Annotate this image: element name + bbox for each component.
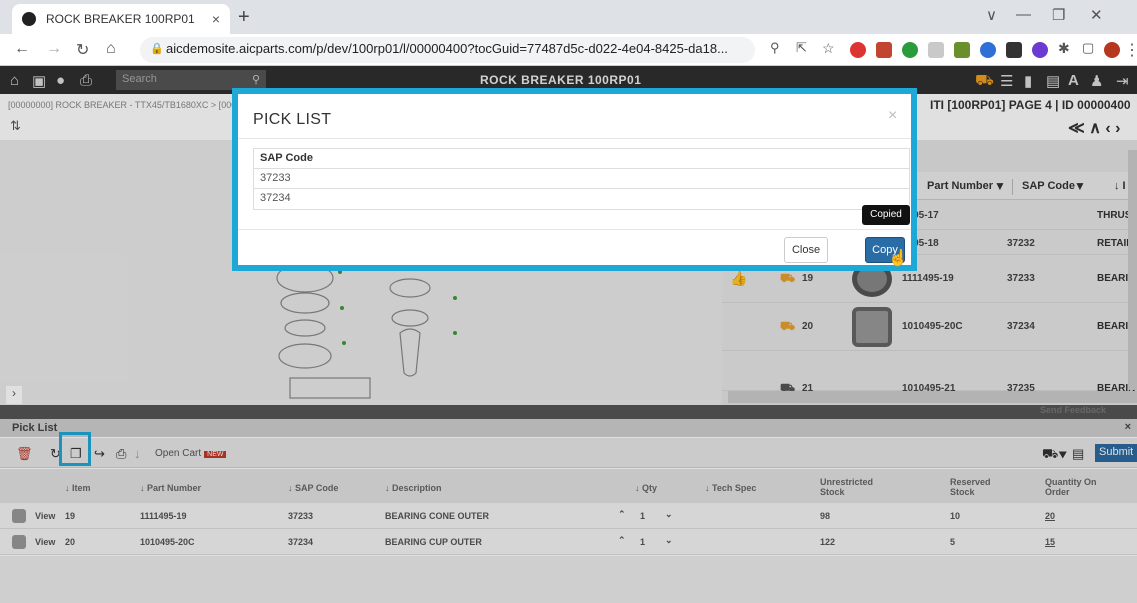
new-tab-button[interactable]: + xyxy=(238,6,250,29)
copied-tooltip: Copied xyxy=(862,205,910,225)
menu-icon[interactable]: ⋮ xyxy=(1124,40,1137,60)
modal-footer: Close Copy Copied ☝ xyxy=(238,205,911,271)
extension-icon[interactable] xyxy=(954,42,970,58)
bookmark-star-icon[interactable]: ☆ xyxy=(822,40,835,57)
adblock-extension-icon[interactable] xyxy=(850,42,866,58)
modal-title: PICK LIST xyxy=(238,94,911,139)
extension-icon[interactable] xyxy=(876,42,892,58)
tab-title: ROCK BREAKER 100RP01 xyxy=(46,12,195,26)
lock-icon: 🔒 xyxy=(150,43,164,55)
browser-tab-bar: ROCK BREAKER 100RP01 × + ∨ — ❐ ✕ xyxy=(0,0,1137,34)
hand-cursor-icon: ☝ xyxy=(888,250,908,267)
modal-close-icon[interactable]: × xyxy=(888,107,897,125)
checkmark-extension-icon[interactable] xyxy=(902,42,918,58)
extension-icon[interactable] xyxy=(980,42,996,58)
extension-icon[interactable] xyxy=(928,42,944,58)
url-text: aicdemosite.aicparts.com/p/dev/100rp01/l… xyxy=(166,41,728,56)
extension-icon[interactable] xyxy=(1032,42,1048,58)
reload-icon[interactable]: ↻ xyxy=(76,40,89,60)
home-icon[interactable]: ⌂ xyxy=(106,40,116,58)
close-button[interactable]: Close xyxy=(784,237,828,263)
url-field[interactable]: 🔒 aicdemosite.aicparts.com/p/dev/100rp01… xyxy=(140,37,755,63)
profile-avatar[interactable] xyxy=(1104,42,1120,58)
share-icon[interactable]: ⇱ xyxy=(796,40,807,56)
sap-code-cell: 37234 xyxy=(260,192,291,204)
pick-list-modal: PICK LIST × SAP Code 37233 37234 Close C… xyxy=(232,88,917,271)
site-favicon-icon xyxy=(22,12,36,26)
back-icon[interactable]: ← xyxy=(14,40,30,58)
tab-search-icon[interactable]: ∨ xyxy=(986,6,997,24)
window-close-icon[interactable]: ✕ xyxy=(1090,6,1103,24)
address-toolbar: ← → ↻ ⌂ 🔒 aicdemosite.aicparts.com/p/dev… xyxy=(0,34,1137,66)
forward-icon[interactable]: → xyxy=(46,40,62,58)
maximize-icon[interactable]: ❐ xyxy=(1052,6,1065,24)
zoom-icon[interactable]: ⚲ xyxy=(770,40,780,56)
extension-icon[interactable] xyxy=(1006,42,1022,58)
tab-close-icon[interactable]: × xyxy=(212,11,220,27)
side-panel-icon[interactable]: ▢ xyxy=(1082,40,1094,56)
sap-code-table: SAP Code 37233 37234 xyxy=(253,148,910,210)
minimize-icon[interactable]: — xyxy=(1016,6,1031,23)
sap-code-cell: 37233 xyxy=(254,169,909,189)
sap-code-header: SAP Code xyxy=(254,149,909,169)
browser-tab[interactable]: ROCK BREAKER 100RP01 × xyxy=(12,4,230,34)
puzzle-icon[interactable]: ✱ xyxy=(1058,40,1070,57)
